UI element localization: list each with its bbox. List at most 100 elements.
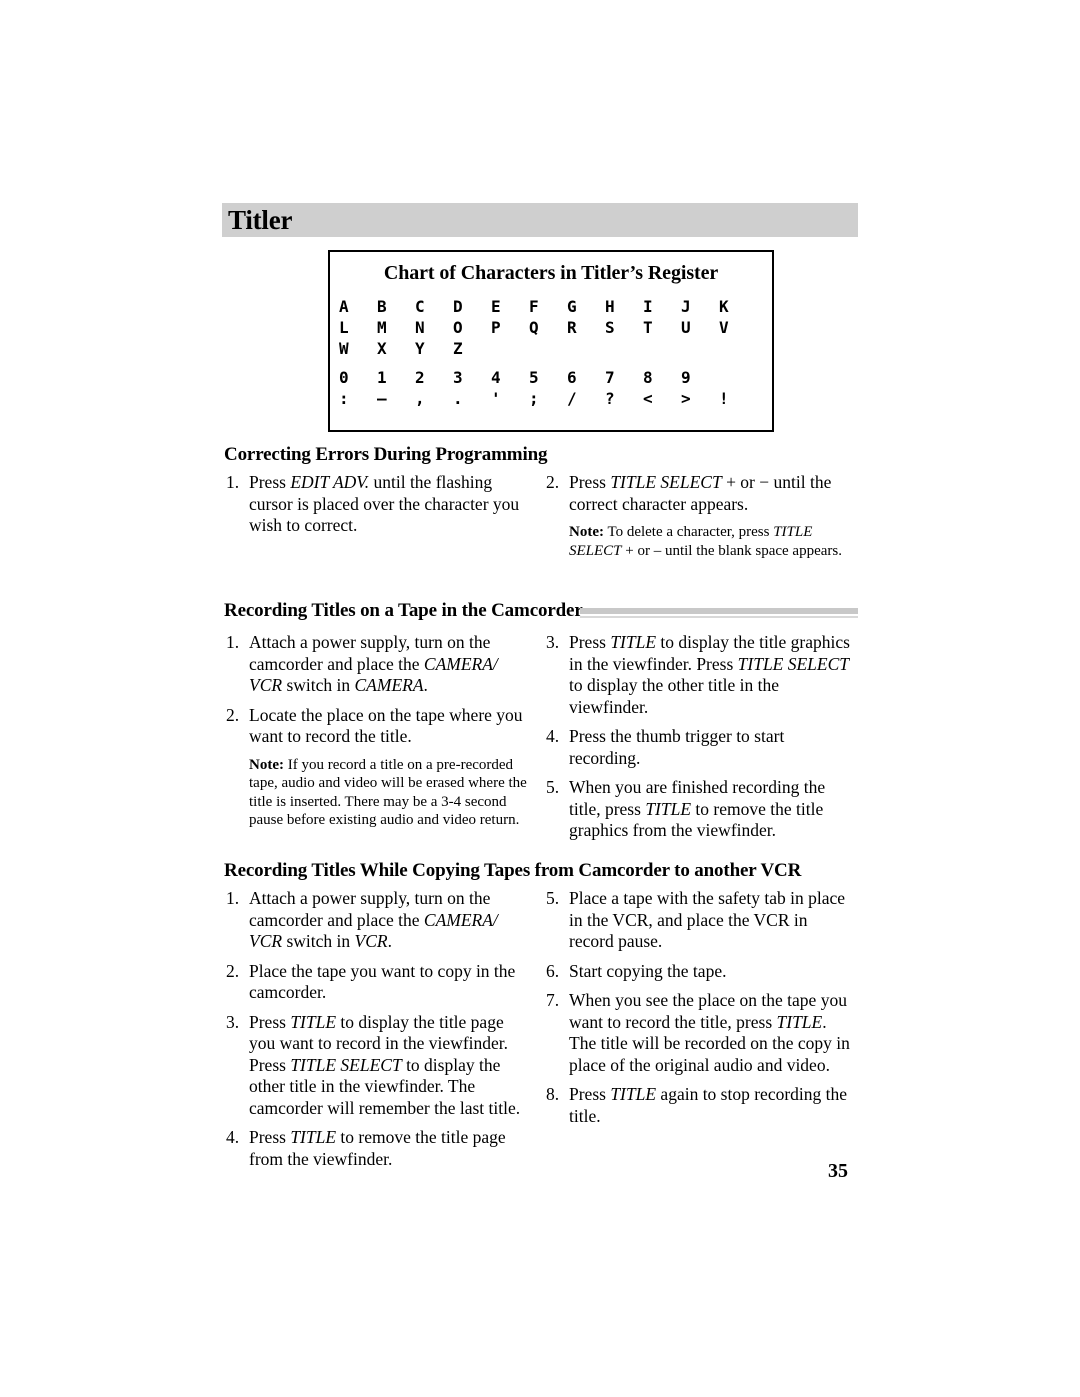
step-text: Press TITLE to display the title page yo… <box>249 1012 534 1120</box>
left-column-correcting-errors: 1. Press EDIT ADV. until the flashing cur… <box>226 472 534 545</box>
rule-thick-bar <box>580 608 858 614</box>
section-heading-correcting-errors: Correcting Errors During Programming <box>224 444 548 465</box>
character-cell: J <box>681 296 691 316</box>
character-cell: 2 <box>415 367 425 387</box>
character-cell: P <box>491 317 501 337</box>
note-label: Note: <box>569 524 604 540</box>
character-cell: K <box>719 296 729 316</box>
body-text: Locate the place on the tape where you w… <box>249 704 523 747</box>
character-cell: U <box>681 317 691 337</box>
body-text: + or – until the blank space appears. <box>621 542 842 559</box>
step-row: 1. Press EDIT ADV. until the flashing cur… <box>226 472 534 537</box>
step-number: 3. <box>546 632 560 652</box>
step-item: 1. Press EDIT ADV. until the flashing cur… <box>226 472 534 537</box>
left-column-recording-titles-copying: 1. Attach a power supply, turn on the cam… <box>226 888 534 1178</box>
step-item: 1. Attach a power supply, turn on the cam… <box>226 888 534 953</box>
character-cell: ? <box>605 388 615 408</box>
step-item: 5. When you are finished recording the ti… <box>546 777 854 842</box>
body-text: Start copying the tape. <box>569 960 727 981</box>
emphasis-text: TITLE SELECT <box>737 653 850 674</box>
character-cell: : <box>339 388 349 408</box>
character-cell: A <box>339 296 349 316</box>
character-cell: < <box>643 388 653 408</box>
emphasis-text: TITLE <box>290 1127 337 1147</box>
step-number: 8. <box>546 1084 560 1104</box>
body-text: Press <box>569 632 611 652</box>
character-chart-title: Chart of Characters in Titler’s Register <box>383 262 719 284</box>
right-column-correcting-errors: 2. Press TITLE SELECT + or − until the co… <box>546 472 854 560</box>
character-cell: > <box>681 388 691 408</box>
body-text: switch in <box>282 675 355 695</box>
character-cell: ; <box>529 388 539 408</box>
right-column-recording-titles-camcorder: 3. Press TITLE to display the title graph… <box>546 632 854 850</box>
character-cell: V <box>719 317 729 337</box>
step-note: Note: If you record a title on a pre-rec… <box>249 756 534 830</box>
character-row: A B C D E F G H I J K <box>339 296 772 317</box>
character-cell: C <box>415 296 425 316</box>
step-number: 5. <box>546 888 560 908</box>
step-number: 4. <box>226 1127 240 1147</box>
emphasis-text: TITLE <box>645 798 692 819</box>
step-item: 7. When you see the place on the tape you… <box>546 990 854 1076</box>
body-text: Press <box>569 1084 611 1104</box>
step-number: 3. <box>226 1011 240 1032</box>
section-heading-recording-titles-copying: Recording Titles While Copying Tapes fro… <box>224 860 802 881</box>
step-text: Place a tape with the safety tab in plac… <box>569 888 854 953</box>
step-item: 6. Start copying the tape. <box>546 961 854 983</box>
character-cell: D <box>453 296 463 316</box>
rule-thin-bar <box>580 616 858 618</box>
step-row: 1. Attach a power supply, turn on the cam… <box>226 632 534 697</box>
right-column-recording-titles-copying: 5. Place a tape with the safety tab in pl… <box>546 888 854 1135</box>
character-cell: M <box>377 317 387 337</box>
body-text: Press <box>249 472 291 492</box>
step-number: 2. <box>226 960 240 981</box>
step-item: 2. Place the tape you want to copy in the… <box>226 961 534 1004</box>
character-cell: 5 <box>529 367 539 387</box>
character-grid: A B C D E F G H I J K L M N O P Q R S T U V W X Y Z 0 1 2 3 4 5 6 7 8 9: –,.… <box>330 296 772 409</box>
character-cell: Z <box>453 338 463 358</box>
body-text: Place a tape with the safety tab in plac… <box>569 888 845 951</box>
character-row: W X Y Z <box>339 338 772 359</box>
step-number: 7. <box>546 990 560 1010</box>
step-row: 3. Press TITLE to display the title graph… <box>546 632 854 718</box>
character-cell: – <box>377 388 387 408</box>
step-text: Locate the place on the tape where you w… <box>249 705 534 748</box>
body-text: Press <box>249 1127 291 1147</box>
character-row: L M N O P Q R S T U V <box>339 317 772 338</box>
page-number: 35 <box>828 1160 848 1182</box>
character-cell: , <box>415 388 425 408</box>
emphasis-text: EDIT ADV. <box>290 472 370 492</box>
character-cell: O <box>453 317 463 337</box>
step-row: 5. When you are finished recording the ti… <box>546 777 854 842</box>
step-number: 2. <box>226 704 240 725</box>
emphasis-text: TITLE SELECT <box>290 1054 402 1075</box>
step-text: Press the thumb trigger to start recordi… <box>569 726 854 769</box>
character-cell: N <box>415 317 425 337</box>
note-label: Note: <box>249 756 284 773</box>
step-text: When you see the place on the tape you w… <box>569 990 854 1076</box>
body-text: If you record a title on a pre-recorded … <box>249 756 527 829</box>
step-text: Press TITLE to remove the title page fro… <box>249 1127 534 1170</box>
character-cell: Q <box>529 317 539 337</box>
chapter-title: Titler <box>228 204 293 235</box>
step-text: Start copying the tape. <box>569 961 854 983</box>
step-item: 2. Press TITLE SELECT + or − until the co… <box>546 472 854 560</box>
step-row: 3. Press TITLE to display the title page … <box>226 1012 534 1120</box>
step-number: 1. <box>226 472 240 492</box>
character-cell: L <box>339 317 349 337</box>
step-note: Note: To delete a character, press TITLE… <box>569 523 854 560</box>
step-row: 7. When you see the place on the tape you… <box>546 990 854 1076</box>
step-number: 2. <box>546 472 560 492</box>
body-text: switch in <box>282 931 355 951</box>
character-cell: I <box>643 296 653 316</box>
character-cell: B <box>377 296 387 316</box>
character-chart-box: Chart of Characters in Titler’s Register… <box>328 250 774 432</box>
chapter-header-bar: Titler <box>222 203 858 237</box>
step-row: 2. Locate the place on the tape where you… <box>226 705 534 748</box>
emphasis-text: TITLE <box>776 1011 823 1032</box>
character-cell: F <box>529 296 539 316</box>
character-cell: 3 <box>453 367 463 387</box>
step-row: 8. Press TITLE again to stop recording th… <box>546 1084 854 1127</box>
step-number: 5. <box>546 777 560 797</box>
step-number: 6. <box>546 960 560 981</box>
